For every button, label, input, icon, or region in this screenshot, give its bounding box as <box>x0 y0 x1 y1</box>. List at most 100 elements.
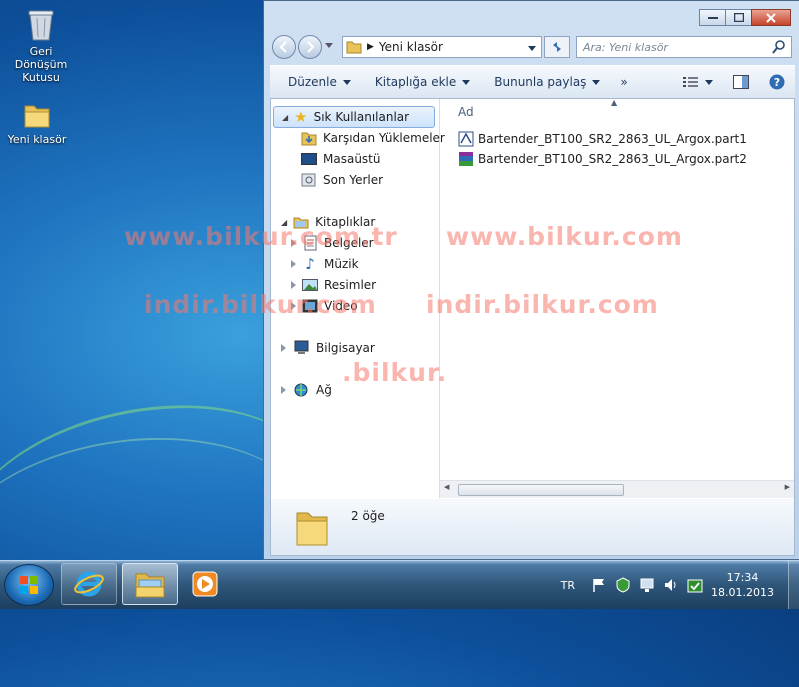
add-to-library-label: Kitaplığa ekle <box>374 75 457 89</box>
minimize-button[interactable] <box>699 9 726 26</box>
watermark-text: indir.bilkur.com <box>144 290 377 319</box>
refresh-button[interactable] <box>544 36 570 58</box>
more-commands-button[interactable]: » <box>610 75 637 89</box>
close-button[interactable] <box>751 9 791 26</box>
folder-icon <box>24 105 50 128</box>
expand-arrow-icon[interactable] <box>281 344 286 352</box>
start-button[interactable] <box>4 564 54 606</box>
internet-explorer-icon <box>74 571 104 597</box>
column-header-name[interactable]: Ad <box>458 105 474 119</box>
help-button[interactable]: ? <box>759 74 795 90</box>
file-item[interactable]: Bartender_BT100_SR2_2863_UL_Argox.part2 <box>458 149 747 169</box>
nav-label: Sık Kullanılanlar <box>313 110 410 124</box>
volume-icon[interactable] <box>663 577 679 593</box>
taskbar-explorer[interactable] <box>122 563 178 605</box>
file-item[interactable]: Bartender_BT100_SR2_2863_UL_Argox.part1 <box>458 129 747 149</box>
nav-network[interactable]: Ağ <box>281 380 332 400</box>
taskbar-internet-explorer[interactable] <box>61 563 117 605</box>
expand-arrow-icon[interactable] <box>291 281 296 289</box>
item-count: 2 öğe <box>351 509 385 523</box>
system-tray: TR 17:34 18.01.2013 <box>561 561 799 609</box>
folder-icon <box>346 41 362 54</box>
organize-button[interactable]: Düzenle <box>278 75 361 89</box>
nav-computer[interactable]: Bilgisayar <box>281 338 375 358</box>
back-button[interactable] <box>272 35 296 59</box>
share-with-button[interactable]: Bununla paylaş <box>484 75 610 89</box>
breadcrumb-separator-icon[interactable]: ▶ <box>367 42 374 52</box>
address-dropdown[interactable] <box>528 40 536 54</box>
maximize-button[interactable] <box>725 9 752 26</box>
svg-text:?: ? <box>774 76 780 89</box>
nav-label: Karşıdan Yüklemeler <box>323 131 445 145</box>
nav-downloads[interactable]: Karşıdan Yüklemeler <box>301 128 445 148</box>
chevron-down-icon <box>705 79 713 85</box>
details-view-icon <box>683 77 698 87</box>
star-icon: ★ <box>294 108 308 126</box>
window-caption-buttons <box>699 9 791 26</box>
desktop-icon-recycle-bin[interactable]: Geri Dönüşüm Kutusu <box>2 6 80 84</box>
show-desktop-button[interactable] <box>788 561 799 609</box>
address-bar[interactable]: ▶ Yeni klasör <box>342 36 542 58</box>
add-to-library-button[interactable]: Kitaplığa ekle <box>365 75 480 89</box>
recent-pages-dropdown[interactable] <box>325 43 333 48</box>
chevron-down-icon <box>325 43 333 48</box>
collapse-arrow-icon[interactable]: ◢ <box>282 113 288 122</box>
forward-arrow-icon <box>307 41 315 53</box>
clock[interactable]: 17:34 18.01.2013 <box>711 570 774 600</box>
back-arrow-icon <box>279 41 287 53</box>
scroll-left-icon[interactable]: ◀ <box>444 483 449 491</box>
details-pane: 2 öğe <box>270 499 795 556</box>
desktop-icon <box>301 153 317 165</box>
taskbar-media-player[interactable] <box>183 563 227 605</box>
clock-time: 17:34 <box>726 571 759 584</box>
nav-label: Son Yerler <box>323 173 384 187</box>
preview-pane-button[interactable] <box>723 75 759 89</box>
chevron-down-icon <box>528 46 536 51</box>
watermark-text: indir.bilkur.com <box>426 290 659 319</box>
maximize-icon <box>733 13 744 22</box>
media-player-icon <box>192 571 218 597</box>
help-icon: ? <box>769 74 785 90</box>
expand-arrow-icon[interactable] <box>291 260 296 268</box>
network-status-icon[interactable] <box>639 577 655 593</box>
desktop-icon-new-folder[interactable]: Yeni klasör <box>0 100 76 146</box>
horizontal-scrollbar[interactable]: ◀ ▶ <box>440 480 794 498</box>
minimize-icon <box>707 16 718 19</box>
search-input[interactable]: Ara: Yeni klasör <box>577 41 771 54</box>
nav-recent-places[interactable]: Son Yerler <box>301 170 383 190</box>
forward-button[interactable] <box>298 35 322 59</box>
nav-label: Müzik <box>324 257 359 271</box>
expand-arrow-icon[interactable] <box>281 386 286 394</box>
folder-icon <box>296 512 328 546</box>
desktop-icon-label: Geri Dönüşüm Kutusu <box>14 45 68 84</box>
scroll-right-icon[interactable]: ▶ <box>785 483 790 491</box>
chevron-down-icon <box>342 79 351 85</box>
nav-music[interactable]: ♪ Müzik <box>291 254 359 274</box>
search-box[interactable]: Ara: Yeni klasör <box>576 36 792 58</box>
file-archive-icon <box>458 131 474 147</box>
search-icon[interactable] <box>771 39 787 55</box>
address-row: ▶ Yeni klasör Ara: Yeni klasör <box>272 34 792 60</box>
nav-favorites[interactable]: ◢ ★ Sık Kullanılanlar <box>273 106 435 128</box>
file-name: Bartender_BT100_SR2_2863_UL_Argox.part2 <box>478 152 747 166</box>
watermark-text: .bilkur. <box>342 358 448 387</box>
preview-pane-icon <box>733 75 749 89</box>
computer-icon <box>294 340 309 354</box>
share-with-label: Bununla paylaş <box>494 75 587 89</box>
scrollbar-thumb[interactable] <box>458 484 624 496</box>
action-center-flag-icon[interactable] <box>591 577 607 593</box>
sort-ascending-icon: ▲ <box>611 98 618 107</box>
breadcrumb-item[interactable]: Yeni klasör <box>379 40 443 54</box>
update-check-icon[interactable] <box>687 577 703 593</box>
language-indicator[interactable]: TR <box>561 579 575 592</box>
network-icon <box>294 383 308 397</box>
refresh-icon <box>553 42 561 52</box>
winrar-archive-icon <box>459 152 473 166</box>
security-shield-icon[interactable] <box>615 577 631 593</box>
downloads-folder-icon <box>301 132 317 146</box>
watermark-text: www.bilkur.com <box>446 222 683 251</box>
taskbar: TR 17:34 18.01.2013 <box>0 560 799 609</box>
nav-desktop[interactable]: Masaüstü <box>301 149 380 169</box>
view-options-button[interactable] <box>673 76 723 88</box>
recent-places-icon <box>301 173 316 187</box>
